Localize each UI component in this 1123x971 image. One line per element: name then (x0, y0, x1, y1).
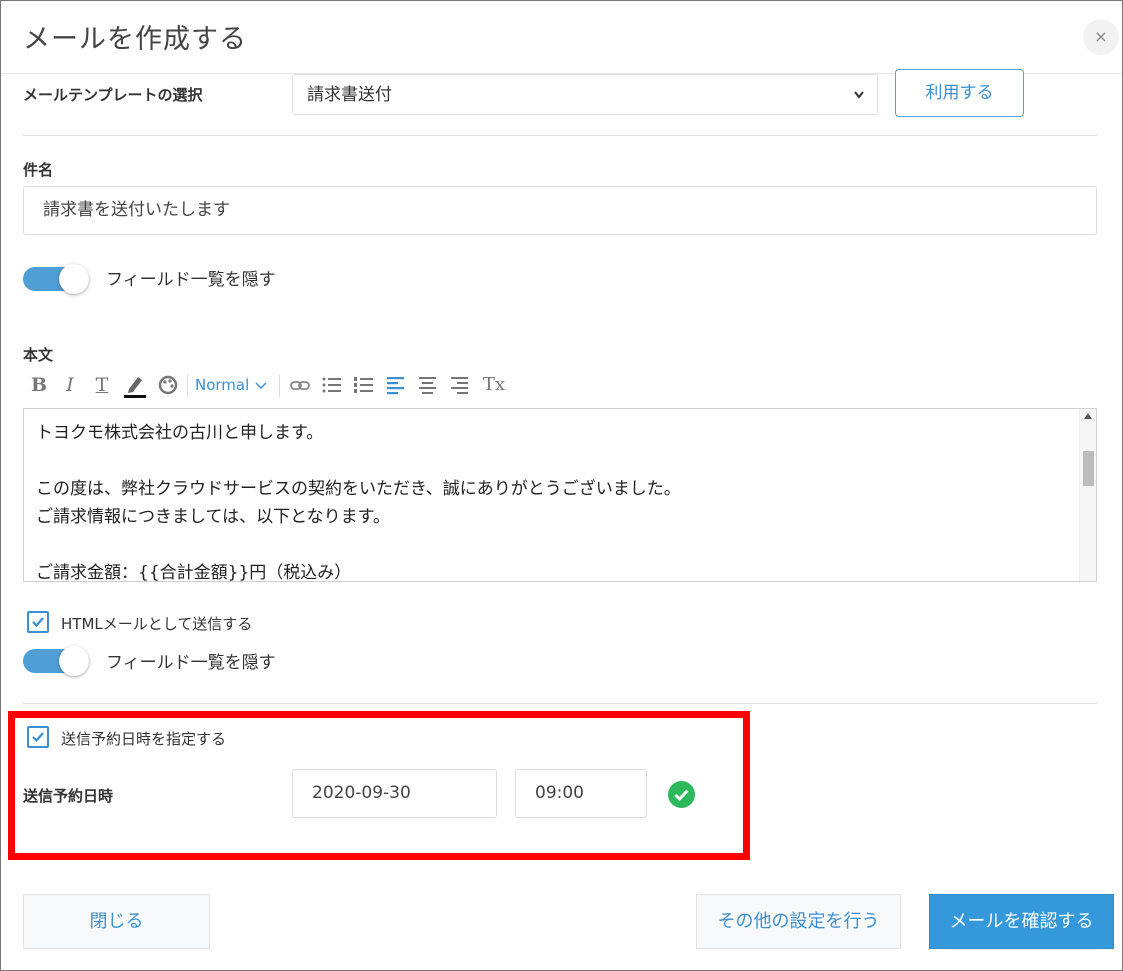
dialog-header: メールを作成する × (1, 1, 1122, 74)
subject-input[interactable]: 請求書を送付いたします (23, 186, 1097, 235)
confirm-mail-button[interactable]: メールを確認する (929, 894, 1114, 949)
body-line (36, 531, 1066, 559)
dialog-title: メールを作成する (23, 24, 247, 55)
schedule-time-input[interactable]: 09:00 (515, 769, 647, 818)
editor-scrollbar[interactable] (1079, 409, 1096, 581)
align-right-icon[interactable] (449, 371, 471, 399)
field-list-toggle[interactable] (23, 263, 89, 294)
chevron-down-icon (853, 75, 865, 131)
scroll-up-icon[interactable] (1084, 413, 1092, 419)
template-select[interactable]: 請求書送付 (292, 74, 878, 115)
body-line (36, 447, 1066, 475)
body-text[interactable]: トヨクモ株式会社の古川と申します。 この度は、弊社クラウドサービスの契約をいただ… (36, 419, 1066, 582)
schedule-checkbox-label: 送信予約日時を指定する (61, 730, 227, 748)
field-list-toggle-2-label: フィールド一覧を隠す (106, 653, 276, 673)
link-icon[interactable] (289, 371, 311, 399)
checkmark-icon (32, 732, 44, 743)
field-list-toggle-label: フィールド一覧を隠す (106, 270, 276, 290)
editor-toolbar: B I T Normal Tx (27, 371, 527, 399)
body-label: 本文 (23, 346, 54, 364)
html-mail-checkbox[interactable] (27, 611, 49, 633)
italic-button[interactable]: I (61, 371, 79, 399)
toolbar-separator (279, 375, 280, 397)
schedule-checkbox[interactable] (27, 726, 49, 748)
body-line: この度は、弊社クラウドサービスの契約をいただき、誠にありがとうございました。 (36, 479, 681, 499)
body-line: トヨクモ株式会社の古川と申します。 (36, 423, 324, 443)
text-color-icon[interactable] (123, 371, 147, 399)
toolbar-separator (187, 375, 188, 397)
use-template-button[interactable]: 利用する (895, 69, 1024, 117)
underline-button[interactable]: T (91, 371, 113, 399)
ordered-list-icon[interactable] (353, 371, 375, 399)
schedule-label: 送信予約日時 (23, 787, 114, 805)
html-mail-label: HTMLメールとして送信する (61, 615, 253, 633)
close-icon[interactable]: × (1083, 19, 1119, 55)
size-select[interactable]: Normal (195, 371, 277, 399)
template-label: メールテンプレートの選択 (23, 86, 203, 104)
bold-button[interactable]: B (29, 371, 49, 399)
mail-compose-dialog: メールを作成する × メールテンプレートの選択 請求書送付 利用する 件名 請求… (0, 0, 1123, 971)
field-list-toggle-2[interactable] (23, 645, 89, 676)
divider (23, 703, 1097, 704)
check-circle-icon (668, 781, 695, 808)
size-value: Normal (195, 376, 250, 394)
background-color-icon[interactable] (157, 371, 179, 399)
other-settings-button[interactable]: その他の設定を行う (696, 894, 901, 949)
body-line: ご請求情報につきましては、以下となります。 (36, 507, 390, 527)
body-editor[interactable]: トヨクモ株式会社の古川と申します。 この度は、弊社クラウドサービスの契約をいただ… (23, 408, 1097, 582)
scrollbar-thumb[interactable] (1083, 451, 1094, 486)
bullet-list-icon[interactable] (321, 371, 343, 399)
checkmark-icon (32, 617, 44, 628)
subject-label: 件名 (23, 161, 54, 179)
template-selected-value: 請求書送付 (307, 85, 392, 105)
close-button[interactable]: 閉じる (23, 894, 210, 949)
divider (23, 135, 1097, 136)
clear-format-button[interactable]: Tx (481, 371, 507, 399)
body-line: ご請求金額：{{合計金額}}円（税込み） (36, 563, 352, 582)
schedule-date-input[interactable]: 2020-09-30 (292, 769, 497, 818)
align-left-icon[interactable] (385, 371, 407, 399)
align-center-icon[interactable] (417, 371, 439, 399)
